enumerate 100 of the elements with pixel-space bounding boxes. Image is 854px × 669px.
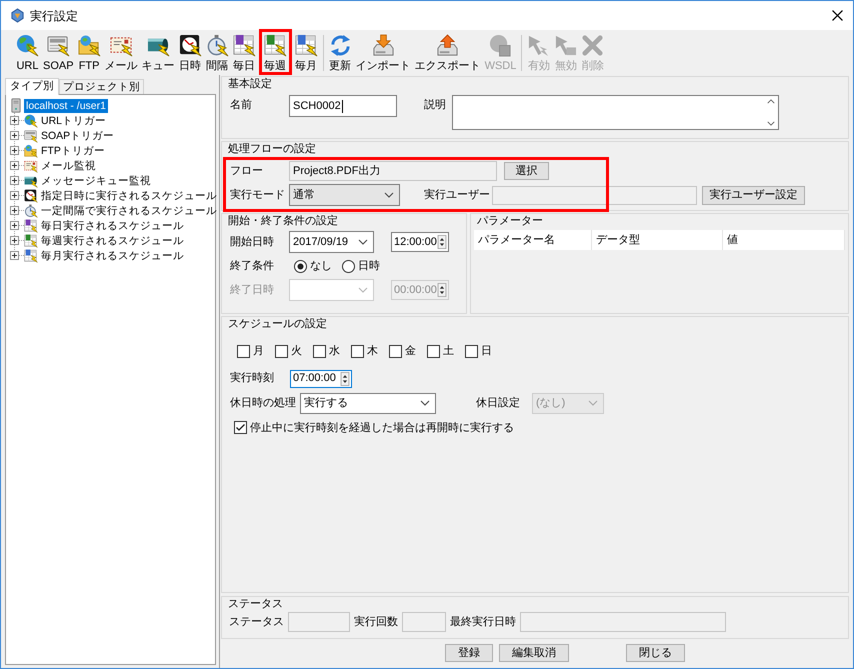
field-label: ステータス [229, 614, 284, 630]
holiday-dropdown[interactable]: 実行する [300, 392, 436, 414]
toolbar-button[interactable]: 毎月 [294, 34, 319, 73]
expand-icon[interactable] [10, 116, 19, 125]
tree-item[interactable]: 毎週実行されるスケジュール [40, 234, 185, 248]
field-label: 実行ユーザー [424, 188, 491, 203]
button[interactable]: 閉じる [626, 644, 685, 662]
field-label: 説明 [424, 98, 447, 113]
globe-icon [16, 34, 39, 57]
checkbox-label: 月 [253, 344, 264, 359]
button[interactable]: 登録 [445, 644, 493, 662]
tree-item[interactable]: メール監視 [40, 158, 97, 172]
tree-item[interactable]: メッセージキュー監視 [40, 174, 152, 188]
toolbar-button[interactable]: URL [15, 34, 40, 73]
field-label: 実行時刻 [230, 370, 275, 386]
stopwatch-icon [24, 204, 38, 218]
toolbar-button[interactable]: 日時 [178, 34, 203, 73]
checkbox[interactable] [389, 344, 402, 358]
group-title: 処理フローの設定 [227, 142, 317, 156]
cursor-icon [554, 34, 578, 57]
group-title: 基本設定 [227, 77, 273, 91]
toolbar-button[interactable]: FTP [76, 34, 102, 73]
toolbar-button[interactable]: メール [104, 34, 139, 73]
expand-icon[interactable] [10, 146, 19, 155]
field-label: 終了日時 [230, 282, 275, 298]
toolbar-button[interactable]: キュー [140, 34, 176, 73]
tree-item[interactable]: 指定日時に実行されるスケジュール [40, 188, 218, 202]
toolbar-button[interactable]: 毎週 [262, 34, 288, 73]
tree-item[interactable]: 毎月実行されるスケジュール [40, 248, 185, 262]
time-spinner[interactable]: 07:00:00 [290, 370, 352, 388]
chevron-down-icon [384, 192, 394, 198]
checkbox[interactable] [275, 344, 288, 358]
expand-icon[interactable] [10, 221, 19, 230]
radio-label: なし [310, 258, 332, 274]
calendar-icon [24, 234, 38, 248]
tree-item[interactable]: FTPトリガー [40, 144, 106, 158]
envelope-icon [24, 158, 38, 172]
checkbox[interactable] [313, 344, 326, 358]
globe-icon [488, 34, 512, 57]
tab[interactable]: プロジェクト別 [59, 79, 144, 94]
toolbar-button[interactable]: 間隔 [204, 34, 230, 73]
toolbar-button[interactable]: 更新 [328, 34, 353, 73]
expand-icon[interactable] [10, 176, 19, 185]
checkbox[interactable] [351, 344, 364, 358]
scroll-up-icon[interactable] [767, 99, 775, 104]
close-icon [832, 10, 842, 21]
toolbar-button[interactable]: エクスポート [414, 34, 482, 73]
folder-icon [78, 34, 101, 57]
checkbox[interactable] [427, 344, 440, 358]
checkbox[interactable] [237, 344, 250, 358]
field-label: 休日設定 [476, 396, 521, 411]
time-spinner[interactable]: 12:00:00 [391, 232, 449, 252]
tree-item[interactable]: URLトリガー [40, 114, 108, 128]
group-title: 開始・終了条件の設定 [227, 214, 339, 228]
toolbar-button[interactable]: インポート [354, 34, 412, 73]
text-cursor [342, 100, 343, 112]
status-field [288, 612, 350, 632]
refresh-icon [328, 34, 352, 57]
toolbar-button[interactable]: 毎日 [232, 34, 257, 73]
window-title: 実行設定 [30, 8, 78, 24]
drive-download-icon [372, 34, 395, 57]
tree-item[interactable]: localhost - /user1 [24, 98, 108, 112]
checkbox[interactable] [234, 421, 247, 434]
expand-icon[interactable] [10, 161, 19, 170]
tree-item[interactable]: SOAPトリガー [40, 128, 116, 142]
field-label: 実行回数 [354, 614, 398, 630]
chevron-down-icon [358, 287, 368, 293]
group-title: パラメーター [476, 214, 544, 228]
checkbox-label: 金 [405, 344, 416, 359]
field-label: 開始日時 [230, 234, 275, 250]
tree-item[interactable]: 一定間隔で実行されるスケジュール [40, 204, 218, 218]
server-icon [11, 98, 21, 113]
radio-button[interactable] [342, 260, 355, 272]
tree-item[interactable]: 毎日実行されるスケジュール [40, 218, 185, 232]
flow-field[interactable]: Project8.PDF出力 [289, 161, 497, 181]
mode-dropdown[interactable]: 通常 [289, 184, 400, 206]
spin-arrows-icon[interactable] [437, 283, 447, 297]
spin-arrows-icon[interactable] [340, 372, 350, 386]
user-field[interactable] [492, 186, 697, 204]
description-field[interactable] [452, 95, 779, 130]
field-label: フロー [230, 164, 264, 179]
calendar-icon [24, 218, 38, 232]
field-label: 実行モード [230, 188, 286, 203]
toolbar-button[interactable]: SOAP [42, 34, 75, 73]
radio-button[interactable] [294, 260, 307, 272]
scroll-down-icon[interactable] [767, 121, 775, 126]
expand-icon[interactable] [10, 191, 19, 200]
expand-icon[interactable] [10, 131, 19, 140]
name-field[interactable]: SCH0002 [289, 95, 397, 117]
expand-icon[interactable] [10, 251, 19, 260]
expand-icon[interactable] [10, 206, 19, 215]
spin-arrows-icon[interactable] [437, 235, 447, 249]
button[interactable]: 選択 [504, 162, 549, 180]
date-picker[interactable]: 2017/09/19 [289, 231, 374, 253]
button[interactable]: 編集取消 [499, 644, 569, 662]
checkbox[interactable] [465, 344, 478, 358]
tab[interactable]: タイプ別 [5, 78, 59, 95]
expand-icon[interactable] [10, 236, 19, 245]
button[interactable]: 実行ユーザー設定 [702, 186, 805, 204]
clock-icon [178, 34, 202, 57]
